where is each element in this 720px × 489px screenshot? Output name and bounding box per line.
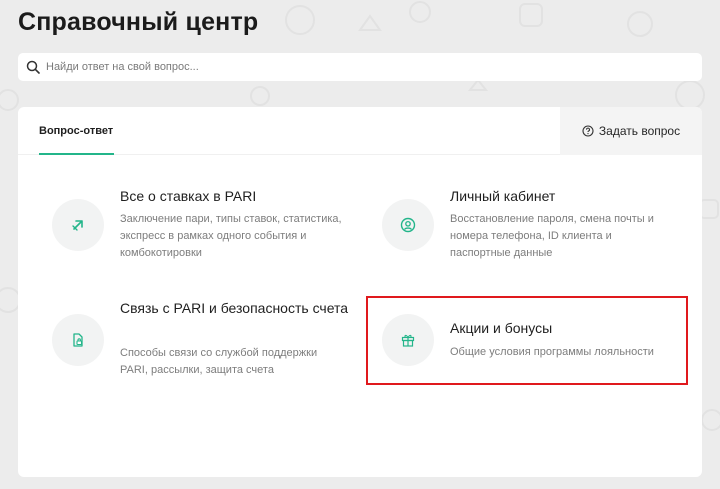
tab-active-indicator xyxy=(39,153,114,155)
category-title: Личный кабинет xyxy=(450,188,556,204)
gift-icon xyxy=(400,332,416,348)
category-description: Общие условия программы лояльности xyxy=(450,346,654,358)
category-description: Восстановление пароля, смена почты и ном… xyxy=(450,213,654,259)
tab-faq[interactable]: Вопрос-ответ xyxy=(39,107,113,155)
search-input[interactable] xyxy=(46,61,686,73)
ask-question-label: Задать вопрос xyxy=(598,124,681,138)
category-icon-circle xyxy=(382,199,434,251)
category-title: Акции и бонусы xyxy=(450,320,553,336)
category-card-promotions[interactable]: Акции и бонусы Общие условия программы л… xyxy=(382,314,692,374)
category-description: Способы связи со службой поддержки PARI,… xyxy=(120,347,318,376)
category-card-bets[interactable]: Все о ставках в PARI Заключение пари, ти… xyxy=(52,187,362,287)
category-description: Заключение пари, типы ставок, статистика… xyxy=(120,213,342,259)
category-icon-circle xyxy=(52,199,104,251)
tabs-bar: Вопрос-ответ Задать вопрос xyxy=(18,107,702,155)
search-icon xyxy=(26,60,40,74)
category-title: Связь с PARI и безопасность счета xyxy=(120,300,349,316)
search-bar[interactable] xyxy=(18,53,702,81)
user-circle-icon xyxy=(400,217,416,233)
help-panel: Вопрос-ответ Задать вопрос Все о ставках… xyxy=(18,107,702,477)
ask-question-button[interactable]: Задать вопрос xyxy=(560,107,702,155)
category-icon-circle xyxy=(382,314,434,366)
category-card-account[interactable]: Личный кабинет Восстановление пароля, см… xyxy=(382,187,692,287)
category-icon-circle xyxy=(52,314,104,366)
arrow-up-right-icon xyxy=(70,217,86,233)
category-title: Все о ставках в PARI xyxy=(120,188,257,204)
page-title: Справочный центр xyxy=(18,8,259,36)
category-card-security[interactable]: Связь с PARI и безопасность счета Способ… xyxy=(52,300,362,391)
question-circle-icon xyxy=(582,125,594,137)
tab-faq-label: Вопрос-ответ xyxy=(39,125,114,137)
document-lock-icon xyxy=(70,332,86,348)
